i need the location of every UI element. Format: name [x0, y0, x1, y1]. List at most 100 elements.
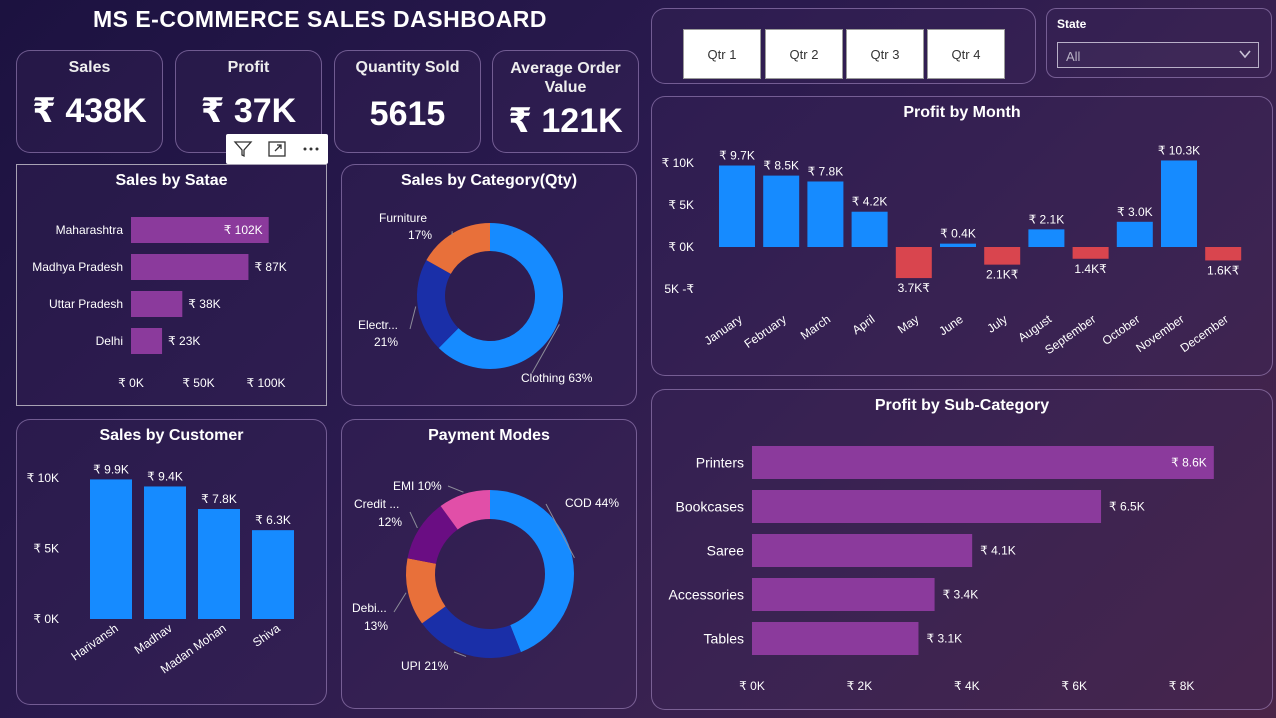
kpi-card-quantity: Quantity Sold 5615	[334, 50, 481, 153]
category-label: Madhya Pradesh	[32, 260, 123, 274]
x-tick-label: Madhav	[132, 621, 175, 657]
leader-line	[447, 485, 464, 493]
profit-by-month-chart: ₹ 10K ₹ 5K ₹ 0K 5K -₹ ₹ 9.7K January ₹ 8.5K Feb…	[662, 143, 1242, 357]
x-tick-label: November	[1133, 312, 1186, 355]
bar	[940, 243, 976, 247]
data-label: ₹ 38K	[188, 297, 220, 311]
data-label: ₹ 9.9K	[93, 462, 129, 476]
sales-by-category-chart: Clothing 63% Electr... 21% Furniture 17%	[358, 211, 593, 385]
slice-label: 21%	[374, 335, 398, 349]
leader-line	[393, 592, 407, 613]
kpi-label: Sales	[68, 59, 111, 76]
data-label: ₹ 4.2K	[852, 195, 888, 209]
x-tick-label: July	[984, 312, 1010, 336]
data-label: ₹ 6.3K	[255, 513, 291, 527]
bar	[752, 534, 973, 567]
x-tick-label: ₹ 100K	[247, 376, 286, 390]
data-label: ₹ 3.0K	[1117, 205, 1153, 219]
bar	[144, 486, 186, 619]
x-tick-label: April	[850, 312, 878, 337]
x-tick-label: Shiva	[250, 621, 283, 650]
x-tick-label: ₹ 6K	[1061, 679, 1087, 693]
qtr-1-button[interactable]: Qtr 1	[683, 29, 761, 79]
bar	[763, 175, 800, 247]
data-label: ₹ 7.8K	[201, 492, 237, 506]
bar	[131, 291, 183, 317]
x-tick-label: Harivansh	[68, 621, 120, 663]
kpi-label: Quantity Sold	[355, 59, 460, 76]
x-tick-label: June	[936, 312, 966, 339]
sales-by-customer-panel: Sales by Customer ₹ 10K ₹ 5K ₹ 0K ₹ 9.9K Har…	[16, 419, 327, 705]
y-tick-label: 5K -₹	[664, 282, 694, 296]
slice-label: 17%	[408, 228, 432, 242]
more-options-icon[interactable]	[297, 136, 325, 162]
x-tick-label: May	[895, 312, 922, 336]
category-label: Bookcases	[676, 499, 744, 515]
x-tick-label: March	[798, 312, 833, 343]
chevron-down-icon	[1239, 50, 1251, 59]
bar	[851, 211, 888, 247]
profit-by-month-panel: Profit by Month ₹ 10K ₹ 5K ₹ 0K 5K -₹ ₹ 9.7K…	[651, 96, 1273, 376]
state-label: State	[1057, 17, 1087, 31]
kpi-value: ₹ 37K	[200, 92, 297, 130]
qtr-4-button[interactable]: Qtr 4	[927, 29, 1005, 79]
bar	[719, 165, 755, 247]
y-tick-label: ₹ 0K	[33, 612, 59, 626]
qtr-3-button[interactable]: Qtr 3	[846, 29, 924, 79]
category-label: Printers	[696, 455, 744, 471]
kpi-value: 5615	[369, 95, 446, 133]
bar	[90, 479, 132, 619]
x-tick-label: ₹ 0K	[739, 679, 765, 693]
slice-name: Electr...	[358, 318, 398, 332]
y-tick-label: ₹ 0K	[668, 240, 694, 254]
slice-label: 12%	[378, 515, 402, 529]
data-label: ₹ 9.7K	[719, 149, 755, 163]
x-tick-label: ₹ 0K	[118, 376, 144, 390]
bar	[198, 509, 240, 619]
quarter-slicer: Qtr 1 Qtr 2 Qtr 3 Qtr 4	[651, 8, 1036, 84]
category-label: Maharashtra	[56, 223, 124, 237]
qtr-2-button[interactable]: Qtr 2	[765, 29, 843, 79]
payment-modes-chart: COD 44% UPI 21% Debi... 13% Credit ... 12% EMI…	[352, 479, 619, 673]
kpi-label: Average Order Value	[510, 60, 621, 96]
slice-name: Credit ...	[354, 497, 399, 511]
category-label: Accessories	[669, 587, 744, 603]
data-label: 1.6K₹	[1207, 263, 1240, 277]
x-tick-label: February	[742, 312, 789, 351]
bar	[807, 181, 844, 247]
x-tick-label: December	[1178, 312, 1231, 355]
data-label: ₹ 8.6K	[1171, 456, 1207, 470]
bar	[1161, 160, 1197, 247]
state-dropdown[interactable]: All	[1057, 42, 1259, 68]
bar	[895, 247, 932, 279]
bar	[1205, 247, 1242, 261]
data-label: ₹ 3.4K	[943, 588, 979, 602]
y-tick-label: ₹ 5K	[668, 198, 694, 212]
sales-by-category-panel: Sales by Category(Qty) Clothing 63% Elect…	[341, 164, 637, 406]
x-tick-label: ₹ 50K	[182, 376, 214, 390]
data-label: ₹ 87K	[254, 260, 286, 274]
category-label: Saree	[707, 543, 745, 559]
slice-name: Furniture	[379, 211, 427, 225]
data-label: ₹ 10.3K	[1158, 143, 1200, 157]
category-label: Uttar Pradesh	[49, 297, 123, 311]
x-tick-label: ₹ 4K	[954, 679, 980, 693]
x-tick-label: January	[702, 312, 745, 348]
slice-label: EMI 10%	[393, 479, 442, 493]
bar	[131, 328, 163, 354]
bar	[131, 254, 249, 280]
kpi-card-aov: Average Order Value ₹ 121K	[492, 50, 639, 153]
profit-by-subcategory-panel: Profit by Sub-Category Printers ₹ 8.6K Boo…	[651, 389, 1273, 710]
filter-icon[interactable]	[229, 136, 257, 162]
data-label: 1.4K₹	[1074, 262, 1107, 276]
focus-mode-icon[interactable]	[263, 136, 291, 162]
visual-toolbar	[226, 134, 328, 164]
data-label: ₹ 9.4K	[147, 469, 183, 483]
data-label: 3.7K₹	[898, 281, 931, 295]
slice-label: COD 44%	[565, 496, 619, 510]
slice-label: UPI 21%	[401, 659, 449, 673]
sales-by-state-panel: Sales by Satae Maharashtra ₹ 102K Madhya P…	[16, 164, 327, 406]
bar	[752, 446, 1214, 479]
leader-line	[409, 511, 418, 529]
donut-slice	[422, 606, 521, 658]
